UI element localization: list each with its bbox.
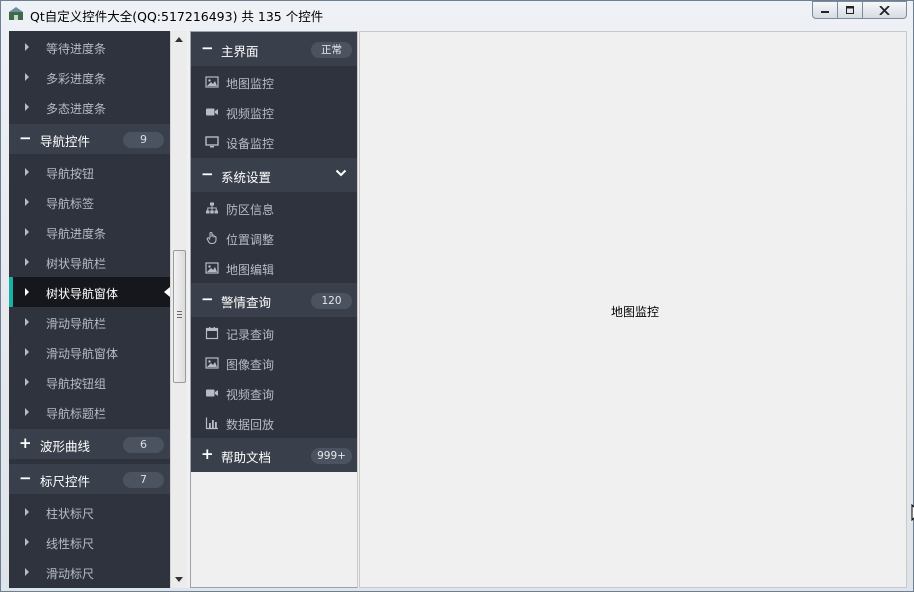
calendar-icon xyxy=(205,327,219,340)
side-nav-panel: − 主界面 正常 地图监控 视频监控 设备监控 − 系统设置 防区信息 位置调整… xyxy=(191,32,357,472)
caret-right-icon xyxy=(25,508,29,516)
minimize-button[interactable] xyxy=(812,1,838,19)
video-icon xyxy=(206,108,218,116)
tree-item[interactable]: 导航进度条 xyxy=(9,217,170,247)
grip-icon xyxy=(177,311,182,320)
caret-right-icon xyxy=(25,258,29,266)
tree-scrollbar[interactable] xyxy=(170,31,187,588)
tree-item[interactable]: 柱状标尺 xyxy=(9,497,170,527)
count-badge: 7 xyxy=(123,472,164,488)
caret-right-icon xyxy=(25,168,29,176)
caret-right-icon xyxy=(25,103,29,111)
expand-icon: + xyxy=(19,434,32,452)
window-title: Qt自定义控件大全(QQ:517216493) 共 135 个控件 xyxy=(30,9,324,24)
app-window: Qt自定义控件大全(QQ:517216493) 共 135 个控件 等待进度条 … xyxy=(0,0,914,592)
tree-item[interactable]: 等待进度条 xyxy=(9,32,170,62)
nav-group-main[interactable]: − 主界面 正常 xyxy=(191,32,357,66)
scroll-down-icon[interactable] xyxy=(175,577,183,582)
content-area: 地图监控 xyxy=(359,31,914,588)
nav-group-help[interactable]: + 帮助文档 999+ xyxy=(191,438,357,472)
tree-item[interactable]: 导航标题栏 xyxy=(9,397,170,427)
app-icon xyxy=(9,7,23,20)
tree-item[interactable]: 导航按钮 xyxy=(9,157,170,187)
nav-item-video-monitor[interactable]: 视频监控 xyxy=(191,97,357,127)
scroll-thumb[interactable] xyxy=(173,250,186,383)
bar-chart-icon xyxy=(205,417,218,430)
side-nav-container: − 主界面 正常 地图监控 视频监控 设备监控 − 系统设置 防区信息 位置调整… xyxy=(190,31,358,588)
image-icon xyxy=(205,357,219,369)
tree-nav-panel: 等待进度条 多彩进度条 多态进度条 − 导航控件 9 导航按钮 导航标签 导航进度条… xyxy=(9,31,170,588)
caret-right-icon xyxy=(25,43,29,51)
title-bar[interactable]: Qt自定义控件大全(QQ:517216493) 共 135 个控件 xyxy=(1,1,913,27)
page-label: 地图监控 xyxy=(611,305,660,319)
client-area: 等待进度条 多彩进度条 多态进度条 − 导航控件 9 导航按钮 导航标签 导航进度条… xyxy=(9,31,914,588)
caret-right-icon xyxy=(25,228,29,236)
caret-right-icon xyxy=(25,538,29,546)
nav-group-settings[interactable]: − 系统设置 xyxy=(191,158,357,192)
image-icon xyxy=(205,262,219,274)
selection-accent xyxy=(9,277,13,307)
nav-group-alarm-query[interactable]: − 警情查询 120 xyxy=(191,283,357,317)
chevron-down-icon xyxy=(335,169,347,177)
count-badge: 999+ xyxy=(311,448,352,464)
hand-pointer-icon xyxy=(206,231,217,245)
tree-item[interactable]: 滑动导航窗体 xyxy=(9,337,170,367)
nav-item-video-query[interactable]: 视频查询 xyxy=(191,378,357,408)
tree-item[interactable]: 滑动标尺 xyxy=(9,557,170,587)
status-badge: 正常 xyxy=(311,42,352,58)
collapse-icon: − xyxy=(201,39,214,57)
tree-item[interactable]: 多彩进度条 xyxy=(9,62,170,92)
collapse-icon: − xyxy=(201,290,214,308)
tree-group-ruler[interactable]: − 标尺控件 7 xyxy=(9,464,170,494)
close-button[interactable] xyxy=(863,1,907,19)
count-badge: 9 xyxy=(123,132,164,148)
minimize-icon xyxy=(821,11,829,13)
nav-item-map-edit[interactable]: 地图编辑 xyxy=(191,253,357,283)
nav-item-position-adjust[interactable]: 位置调整 xyxy=(191,223,357,253)
collapse-icon: − xyxy=(201,165,214,183)
tree-item[interactable]: 线性标尺 xyxy=(9,527,170,557)
scroll-up-icon[interactable] xyxy=(175,37,183,42)
caret-right-icon xyxy=(25,318,29,326)
tree-item[interactable]: 多态进度条 xyxy=(9,92,170,122)
nav-item-map-monitor[interactable]: 地图监控 xyxy=(191,67,357,97)
maximize-icon xyxy=(846,6,854,14)
video-icon xyxy=(206,389,218,397)
close-icon xyxy=(879,5,890,15)
image-icon xyxy=(205,76,219,88)
count-badge: 6 xyxy=(123,437,164,453)
tree-item[interactable]: 导航按钮组 xyxy=(9,367,170,397)
collapse-icon: − xyxy=(19,469,32,487)
expand-icon: + xyxy=(201,445,214,463)
nav-item-data-playback[interactable]: 数据回放 xyxy=(191,408,357,438)
caret-right-icon xyxy=(25,198,29,206)
tree-item[interactable]: 树状导航栏 xyxy=(9,247,170,277)
tree-group-navigation[interactable]: − 导航控件 9 xyxy=(9,124,170,154)
collapse-icon: − xyxy=(19,129,32,147)
sitemap-icon xyxy=(206,202,218,214)
tree-group-waveform[interactable]: + 波形曲线 6 xyxy=(9,429,170,459)
caret-right-icon xyxy=(25,378,29,386)
caret-right-icon xyxy=(25,568,29,576)
window-controls xyxy=(812,1,907,19)
caret-right-icon xyxy=(25,288,29,296)
monitor-icon xyxy=(205,136,219,148)
tree-item[interactable]: 导航标签 xyxy=(9,187,170,217)
nav-item-record-query[interactable]: 记录查询 xyxy=(191,318,357,348)
caret-right-icon xyxy=(25,408,29,416)
nav-item-zone-info[interactable]: 防区信息 xyxy=(191,193,357,223)
tree-item[interactable]: 滑动导航栏 xyxy=(9,307,170,337)
caret-right-icon xyxy=(25,73,29,81)
caret-right-icon xyxy=(25,348,29,356)
tree-item-selected[interactable]: 树状导航窗体 xyxy=(9,277,170,307)
nav-item-device-monitor[interactable]: 设备监控 xyxy=(191,127,357,157)
count-badge: 120 xyxy=(311,293,352,309)
nav-item-image-query[interactable]: 图像查询 xyxy=(191,348,357,378)
maximize-button[interactable] xyxy=(838,1,863,19)
